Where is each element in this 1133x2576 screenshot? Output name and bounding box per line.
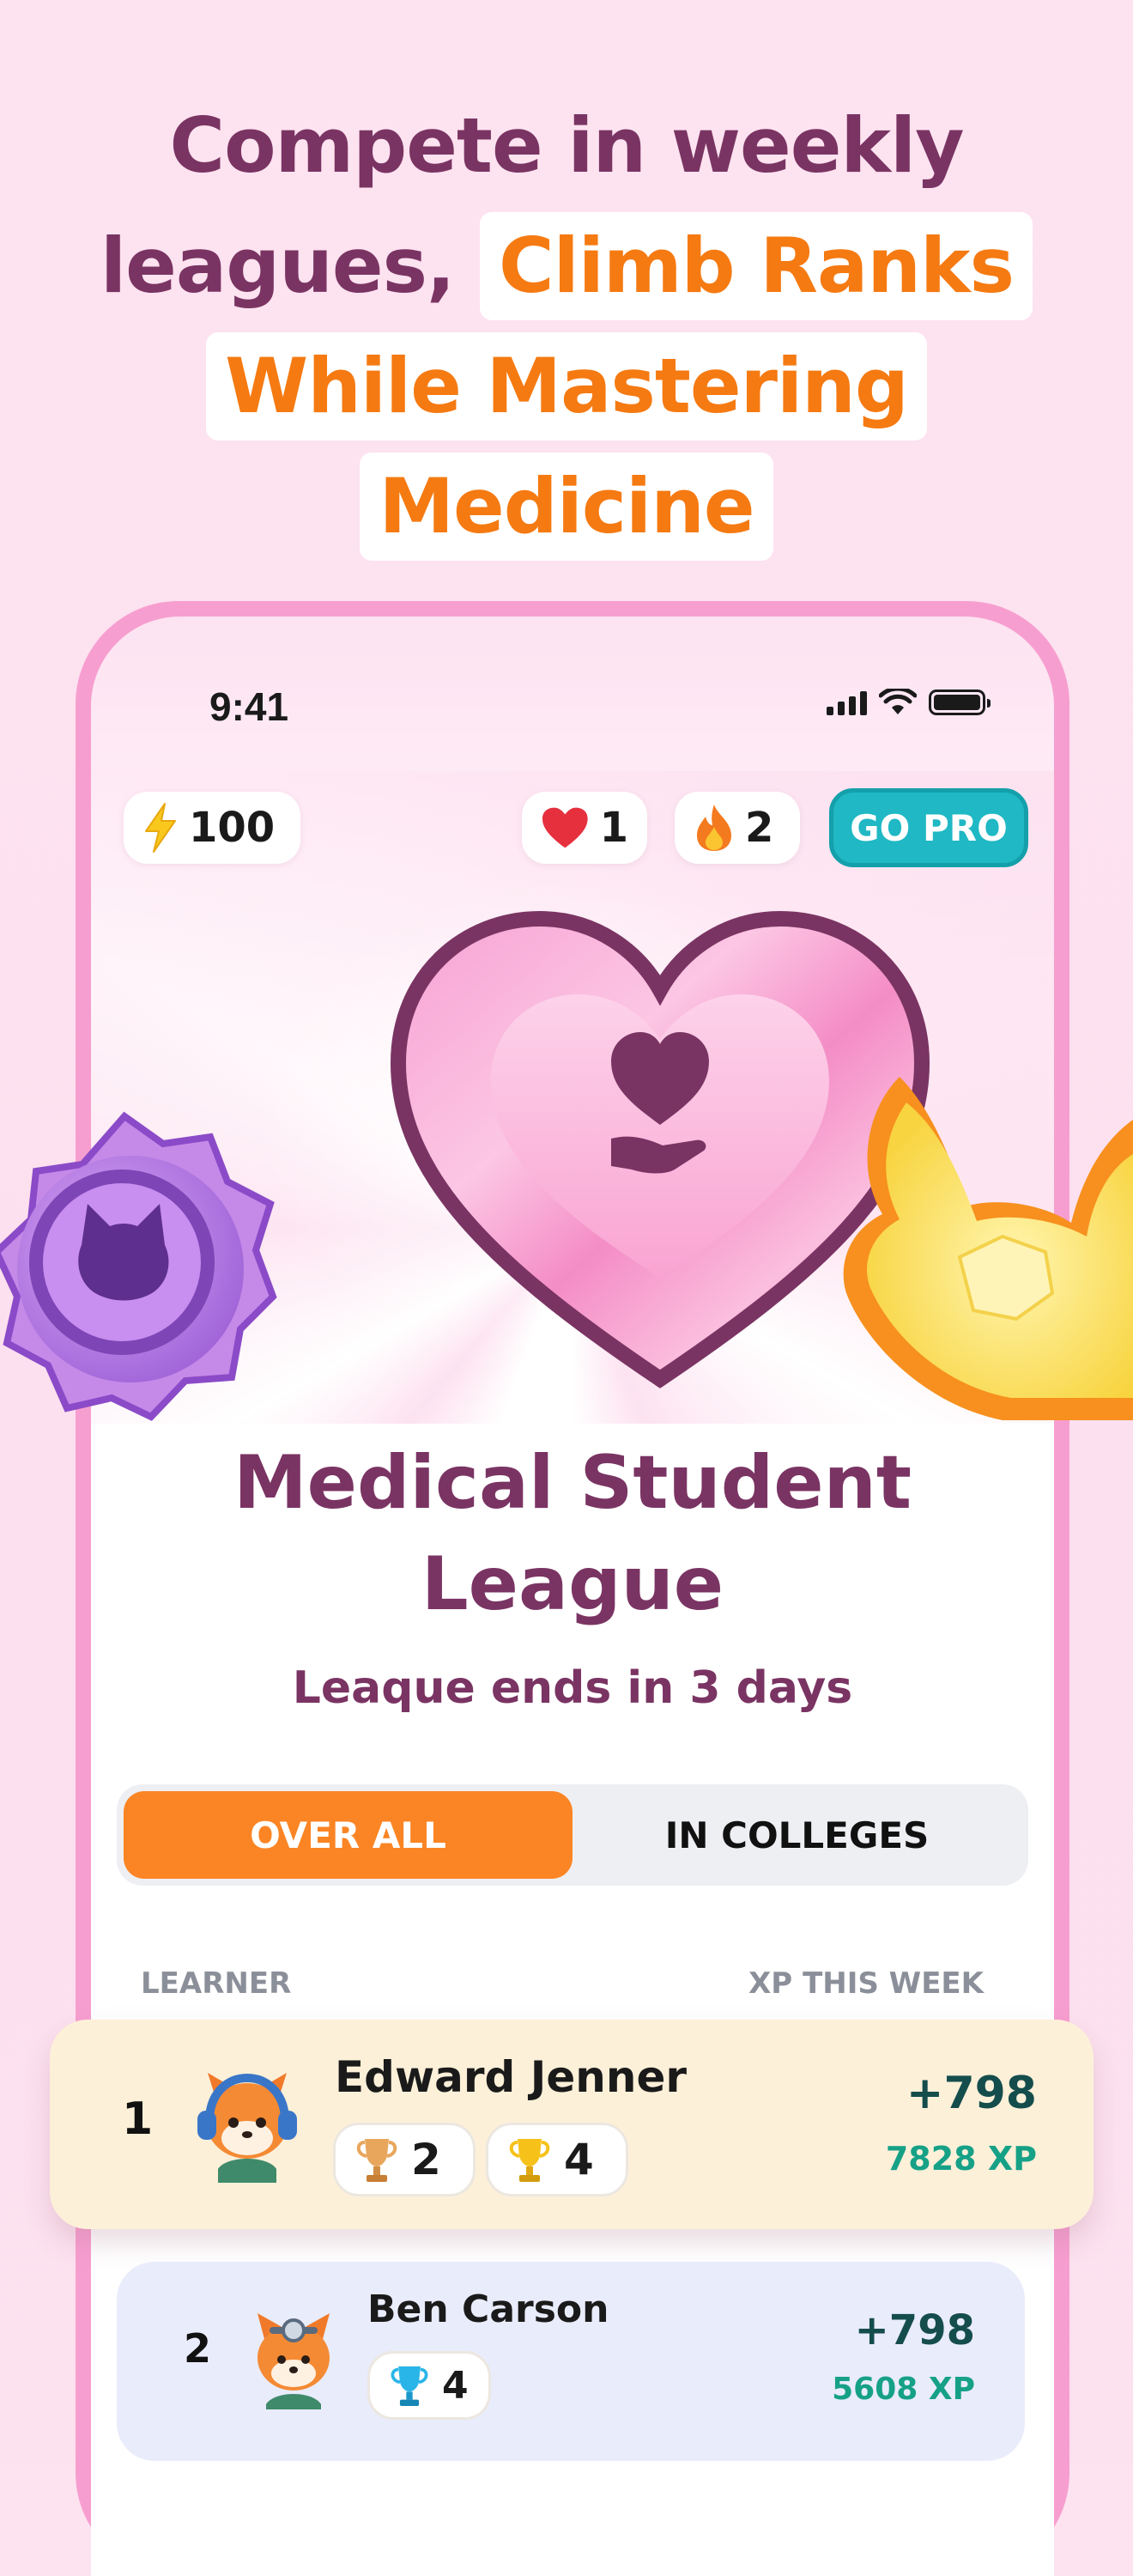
league-ends-text: Leaque ends in 3 days — [292, 1662, 853, 1714]
trophy-count: 2 — [411, 2135, 441, 2184]
xp-total: 5608 XP — [832, 2372, 975, 2407]
yellow-fox-gem-badge-icon — [843, 1077, 1133, 1420]
cellular-signal-icon — [827, 690, 867, 715]
fox-doctor-avatar — [258, 2313, 330, 2409]
headline-line-2: leagues, Climb Ranks — [0, 206, 1133, 326]
headline-plain-text: leagues, — [100, 222, 455, 310]
xp-gain: +798 — [854, 2306, 975, 2354]
league-title-line-1: Medical Student — [233, 1440, 912, 1526]
streak-counter[interactable]: 2 — [675, 792, 800, 864]
flame-icon — [697, 805, 731, 851]
row-rank: 1 — [122, 2093, 154, 2145]
tab-in-colleges[interactable]: IN COLLEGES — [573, 1791, 1021, 1879]
column-header-xp: XP THIS WEEK — [748, 1966, 984, 2001]
lightning-bolt-icon — [145, 803, 176, 853]
leaderboard-tabs: OVER ALL IN COLLEGES — [117, 1784, 1028, 1886]
trophy-count-blue: 4 — [367, 2351, 491, 2420]
bronze-trophy-icon — [356, 2139, 397, 2182]
trophy-count: 4 — [564, 2135, 594, 2184]
status-icons — [827, 689, 991, 716]
fox-headphones-avatar — [197, 2073, 297, 2183]
streak-value: 2 — [745, 804, 774, 852]
headline-line-1: Compete in weekly — [169, 101, 965, 190]
learner-name: Ben Carson — [367, 2287, 609, 2331]
battery-icon — [929, 690, 991, 715]
league-title: Medical Student League — [91, 1432, 1054, 1635]
leaderboard-row-2[interactable]: 2 Ben Carson 4 +798 5608 XP — [117, 2262, 1025, 2461]
wifi-icon — [879, 689, 917, 714]
hearts-value: 1 — [599, 804, 628, 852]
trophy-count-gold: 4 — [486, 2123, 628, 2196]
leaderboard-row-1[interactable]: 1 Edward Jenner 2 4 +798 7828 XP — [50, 2020, 1094, 2229]
trophy-count: 4 — [442, 2363, 469, 2408]
xp-total: 7828 XP — [885, 2140, 1037, 2178]
headline-highlight-climb-ranks: Climb Ranks — [480, 212, 1033, 320]
learner-name: Edward Jenner — [335, 2052, 688, 2102]
tab-over-all[interactable]: OVER ALL — [124, 1791, 573, 1879]
headline-highlight-mastering: While Mastering — [206, 332, 927, 440]
row-rank: 2 — [184, 2325, 212, 2372]
status-time: 9:41 — [209, 684, 289, 729]
energy-counter[interactable]: 100 — [124, 792, 300, 864]
trophy-count-bronze: 2 — [333, 2123, 476, 2196]
headline-line-4: Medicine — [0, 447, 1133, 567]
gold-trophy-icon — [509, 2139, 550, 2182]
blue-trophy-icon — [391, 2366, 428, 2406]
headline: Compete in weekly leagues, Climb Ranks W… — [0, 86, 1133, 567]
headline-highlight-medicine: Medicine — [360, 453, 773, 561]
column-header-learner: LEARNER — [141, 1966, 292, 2001]
headline-line-3: While Mastering — [0, 326, 1133, 447]
energy-value: 100 — [189, 804, 276, 852]
purple-cat-badge-icon — [0, 1111, 277, 1421]
league-title-line-2: League — [421, 1541, 724, 1627]
go-pro-button[interactable]: GO PRO — [829, 788, 1028, 867]
xp-gain: +798 — [906, 2068, 1037, 2119]
heart-icon — [542, 807, 588, 848]
hearts-counter[interactable]: 1 — [522, 792, 647, 864]
